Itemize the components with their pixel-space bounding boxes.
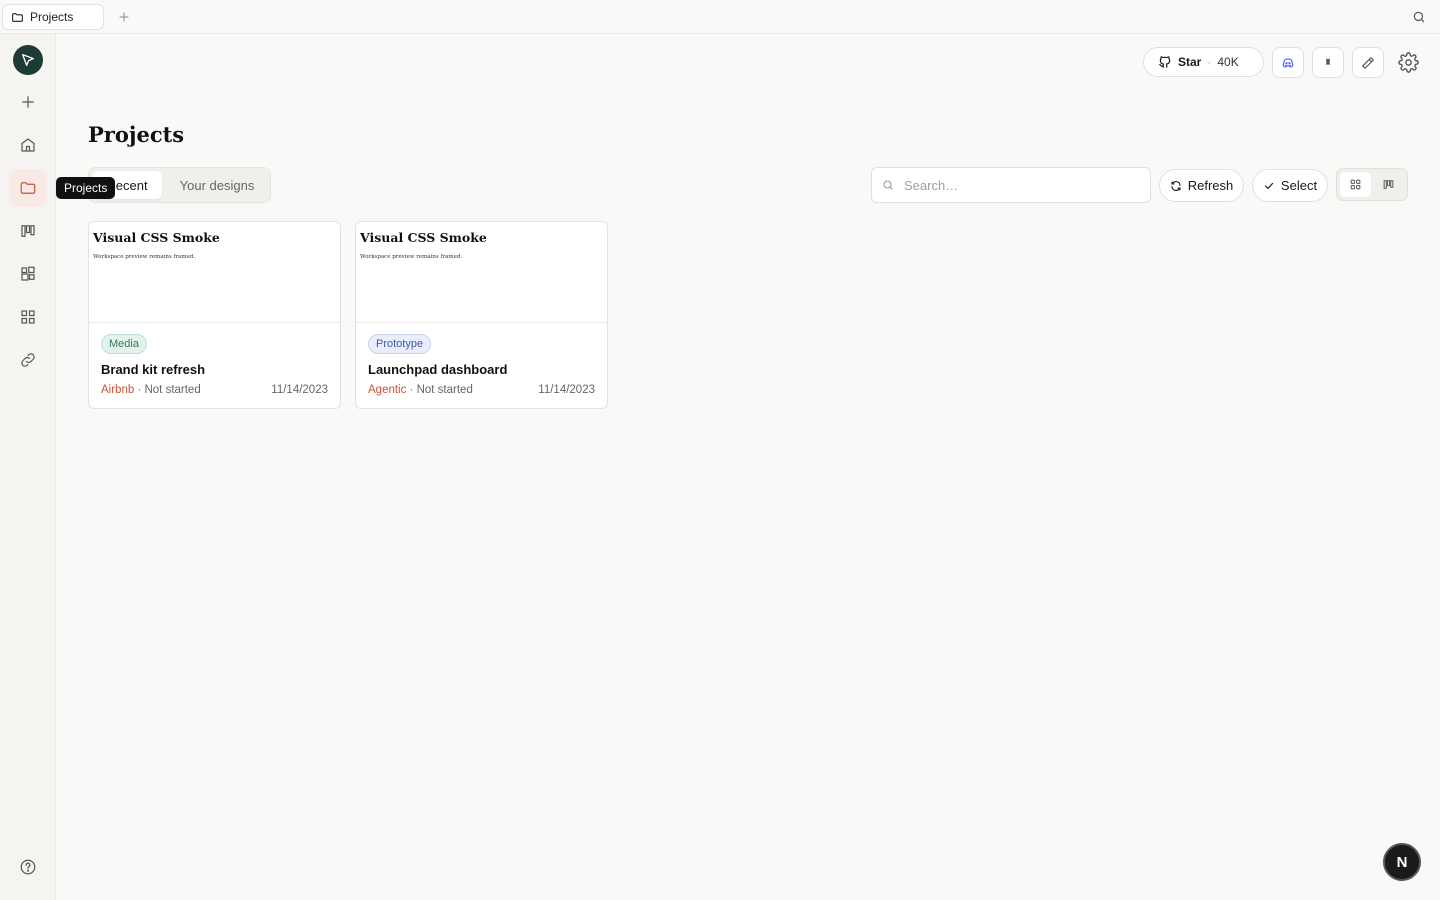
search-icon bbox=[1413, 11, 1425, 23]
folder-icon bbox=[20, 182, 36, 194]
settings-button[interactable] bbox=[1398, 52, 1419, 73]
sidebar-item-projects[interactable] bbox=[9, 169, 47, 207]
select-button[interactable]: Select bbox=[1252, 169, 1328, 202]
folder-icon bbox=[12, 12, 23, 22]
sidebar-item-apps[interactable] bbox=[9, 298, 47, 336]
refresh-button[interactable]: Refresh bbox=[1159, 169, 1244, 202]
refresh-label: Refresh bbox=[1187, 178, 1234, 193]
logo-cursor-icon bbox=[22, 54, 34, 66]
tab-bar: Projects bbox=[0, 0, 1440, 34]
app-logo[interactable] bbox=[13, 45, 43, 75]
project-card[interactable]: Visual CSS Smoke Workspace preview remai… bbox=[355, 221, 608, 409]
refresh-icon bbox=[1171, 180, 1181, 191]
check-icon bbox=[1264, 182, 1274, 189]
page-title: Projects bbox=[88, 122, 185, 147]
sidebar-item-boards[interactable] bbox=[9, 212, 47, 250]
search-box bbox=[871, 167, 1151, 203]
preview-title: Visual CSS Smoke bbox=[93, 230, 220, 245]
separator-dot: · bbox=[1207, 55, 1212, 69]
sidebar-tooltip: Projects bbox=[56, 177, 116, 199]
grid-icon bbox=[1350, 179, 1361, 190]
category-badge: Media bbox=[101, 334, 147, 354]
project-meta: Agentic · Not started bbox=[368, 384, 473, 396]
kanban-icon bbox=[1383, 180, 1394, 189]
project-card[interactable]: Visual CSS Smoke Workspace preview remai… bbox=[88, 221, 341, 409]
discord-button[interactable] bbox=[1272, 47, 1304, 78]
preview-subtitle: Workspace preview remains framed. bbox=[360, 254, 463, 260]
components-icon bbox=[21, 266, 35, 281]
tab-projects[interactable]: Projects bbox=[2, 4, 104, 30]
project-meta: Airbnb · Not started bbox=[101, 384, 201, 396]
floating-avatar-button[interactable]: N bbox=[1383, 843, 1421, 881]
project-date: 11/14/2023 bbox=[538, 384, 595, 396]
sidebar-item-components[interactable] bbox=[9, 255, 47, 293]
project-status: · Not started bbox=[409, 384, 473, 396]
home-icon bbox=[21, 138, 35, 152]
kanban-icon bbox=[21, 225, 35, 237]
category-badge: Prototype bbox=[368, 334, 432, 354]
plus-icon bbox=[119, 12, 129, 22]
project-org: Airbnb bbox=[101, 384, 135, 396]
select-label: Select bbox=[1280, 178, 1318, 193]
github-star-button[interactable]: Star · 40K bbox=[1143, 47, 1264, 77]
search-icon bbox=[883, 180, 893, 190]
sidebar-item-home[interactable] bbox=[9, 126, 47, 164]
new-tab-button[interactable] bbox=[116, 9, 132, 25]
star-label: Star bbox=[1178, 55, 1202, 69]
grid-view-button[interactable] bbox=[1340, 172, 1371, 197]
project-filter-tabs: Recent Your designs bbox=[88, 167, 271, 203]
help-icon bbox=[20, 859, 36, 875]
github-icon bbox=[1159, 56, 1171, 68]
preview-subtitle: Workspace preview remains framed. bbox=[93, 254, 196, 260]
link-icon bbox=[21, 353, 35, 367]
card-preview: Visual CSS Smoke Workspace preview remai… bbox=[356, 222, 607, 323]
sidebar-item-new[interactable] bbox=[9, 83, 47, 121]
plus-icon bbox=[22, 96, 34, 108]
gear-icon bbox=[1398, 52, 1419, 73]
tab-your-designs[interactable]: Your designs bbox=[168, 171, 266, 199]
bookmark-icon bbox=[1326, 58, 1330, 65]
global-search-button[interactable] bbox=[1412, 10, 1428, 26]
card-preview: Visual CSS Smoke Workspace preview remai… bbox=[89, 222, 340, 323]
project-name: Launchpad dashboard bbox=[368, 362, 508, 377]
hammer-icon bbox=[1362, 56, 1374, 69]
project-date: 11/14/2023 bbox=[271, 384, 328, 396]
tab-label: Projects bbox=[30, 10, 74, 24]
view-toggle bbox=[1336, 168, 1408, 201]
discord-icon bbox=[1282, 57, 1294, 68]
search-input[interactable] bbox=[904, 177, 1134, 193]
star-count: 40K bbox=[1217, 55, 1239, 69]
help-button[interactable] bbox=[9, 848, 47, 886]
board-view-button[interactable] bbox=[1373, 172, 1404, 197]
tools-button[interactable] bbox=[1352, 47, 1384, 78]
project-name: Brand kit refresh bbox=[101, 362, 206, 377]
grid-icon bbox=[21, 310, 35, 324]
sidebar-item-links[interactable] bbox=[9, 341, 47, 379]
project-status: · Not started bbox=[137, 384, 201, 396]
bookmark-button[interactable] bbox=[1312, 47, 1344, 78]
project-org: Agentic bbox=[368, 384, 407, 396]
preview-title: Visual CSS Smoke bbox=[360, 230, 487, 245]
